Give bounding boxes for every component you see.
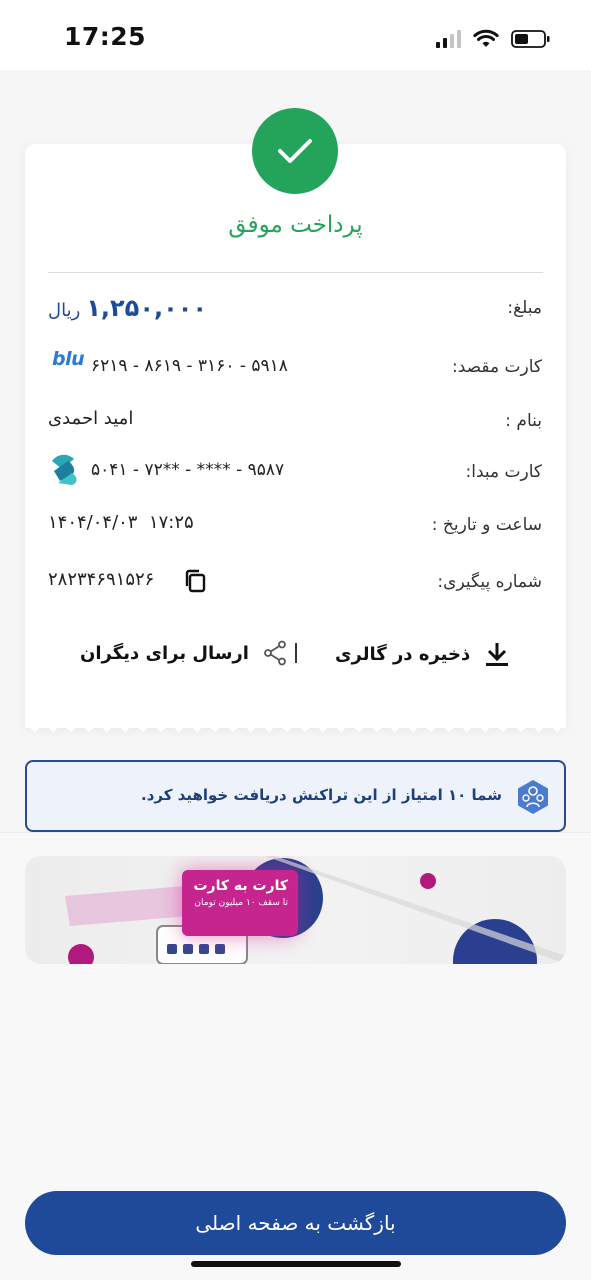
home-indicator <box>191 1261 401 1267</box>
amount-unit: ریال <box>48 300 81 321</box>
payment-status-title: پرداخت موفق <box>228 212 363 238</box>
bank-logo-icon <box>52 454 77 485</box>
amount-label: مبلغ: <box>507 298 542 318</box>
blu-bank-logo: blu <box>52 348 85 370</box>
share-label: ارسال برای دیگران <box>80 642 249 664</box>
datetime-value: ۱۴۰۴/۰۴/۰۳ ۱۷:۲۵ <box>48 512 194 533</box>
status-bar: 17:25 <box>0 0 591 70</box>
share-icon <box>264 640 286 666</box>
tracking-number: ۲۸۲۳۴۶۹۱۵۲۶ <box>48 569 155 590</box>
back-to-home-button[interactable]: بازگشت به صفحه اصلی <box>25 1191 566 1255</box>
status-icons <box>436 28 551 50</box>
source-card-number: ۵۰۴۱ - ۷۲** - **** - ۹۵۸۷ <box>91 460 285 480</box>
success-check-icon <box>252 108 338 194</box>
promo-subtitle: تا سقف ۱۰ میلیون تومان <box>194 898 288 908</box>
share-button[interactable]: ارسال برای دیگران <box>80 640 287 666</box>
amount-number: ۱,۲۵۰,۰۰۰ <box>86 294 208 322</box>
receipt-actions: ذخیره در گالری ارسال برای دیگران <box>25 630 566 684</box>
download-icon <box>486 643 509 666</box>
dest-card-label: کارت مقصد: <box>452 357 542 377</box>
datetime-label: ساعت و تاریخ : <box>431 515 542 535</box>
wifi-icon <box>473 29 499 47</box>
points-text: شما ۱۰ امتیاز از این تراکنش دریافت خواهی… <box>141 786 502 804</box>
tracking-label: شماره پیگیری: <box>437 572 542 592</box>
battery-icon <box>511 30 550 48</box>
copy-icon[interactable] <box>183 568 207 594</box>
receipt-zigzag-edge <box>25 718 566 732</box>
cellular-signal-icon <box>436 30 461 48</box>
divider <box>48 272 543 273</box>
promo-banner[interactable]: کارت به کارت تا سقف ۱۰ میلیون تومان <box>25 856 566 964</box>
recipient-name-label: بنام : <box>505 411 542 431</box>
points-banner: شما ۱۰ امتیاز از این تراکنش دریافت خواهی… <box>25 760 566 832</box>
promo-card: کارت به کارت تا سقف ۱۰ میلیون تومان <box>182 870 298 936</box>
save-to-gallery-label: ذخیره در گالری <box>335 643 471 665</box>
actions-separator <box>295 643 297 663</box>
promo-title: کارت به کارت <box>193 878 288 894</box>
amount-value: ۱,۲۵۰,۰۰۰ ریال <box>48 294 207 322</box>
status-time: 17:25 <box>64 22 147 51</box>
source-card-label: کارت مبدا: <box>465 462 543 482</box>
dest-card-number: ۶۲۱۹ - ۸۶۱۹ - ۳۱۶۰ - ۵۹۱۸ <box>91 356 288 376</box>
recipient-name: امید احمدی <box>48 408 134 429</box>
club-points-icon <box>518 780 548 814</box>
save-to-gallery-button[interactable]: ذخیره در گالری <box>335 640 510 668</box>
